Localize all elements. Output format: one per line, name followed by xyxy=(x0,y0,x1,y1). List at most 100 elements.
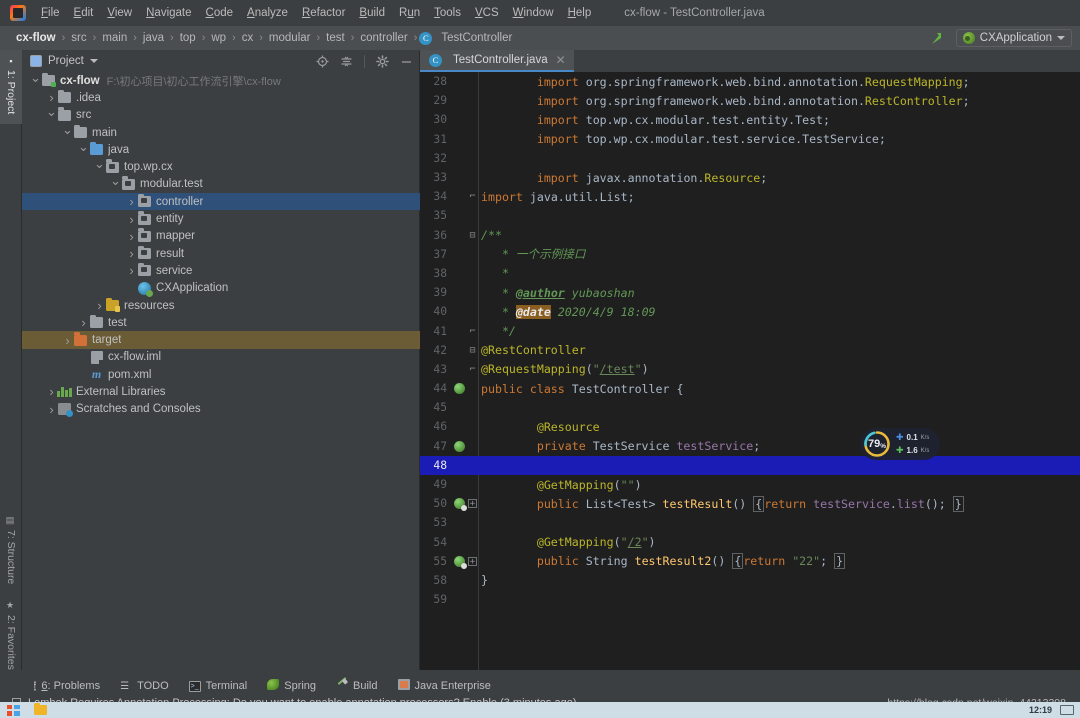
tree-node-result[interactable]: result xyxy=(22,245,420,262)
line-number[interactable]: 29 xyxy=(420,94,452,107)
code-line-34[interactable]: 34⌐import java.util.List; xyxy=(420,187,1080,206)
line-number[interactable]: 33 xyxy=(420,171,452,184)
network-monitor-widget[interactable]: 79% ✚ 0.1 K/s ✚ 1.6 K/s xyxy=(860,428,940,460)
line-number[interactable]: 41 xyxy=(420,325,452,338)
tree-node-cx-flow[interactable]: cx-flowF:\初心项目\初心工作流引擎\cx-flow xyxy=(22,72,420,89)
collapse-all-icon[interactable] xyxy=(340,55,353,68)
code-line-43[interactable]: 43⌐@RequestMapping("/test") xyxy=(420,360,1080,379)
chevron-right-icon[interactable] xyxy=(78,315,89,330)
locate-icon[interactable] xyxy=(316,55,329,68)
line-number[interactable]: 46 xyxy=(420,420,452,433)
code-line-39[interactable]: 39 * @author yubaoshan xyxy=(420,283,1080,302)
menu-item-build[interactable]: Build xyxy=(352,4,392,22)
menu-item-window[interactable]: Window xyxy=(506,4,561,22)
menu-item-tools[interactable]: Tools xyxy=(427,4,468,22)
code-fold-marker[interactable]: ⌐ xyxy=(466,326,479,337)
line-number[interactable]: 38 xyxy=(420,267,452,280)
breadcrumb-item-cx-flow[interactable]: cx-flow› xyxy=(12,30,67,46)
tree-node-mapper[interactable]: mapper xyxy=(22,228,420,245)
tree-node-resources[interactable]: resources xyxy=(22,297,420,314)
chevron-right-icon[interactable] xyxy=(94,298,105,313)
code-line-38[interactable]: 38 * xyxy=(420,264,1080,283)
line-number[interactable]: 35 xyxy=(420,209,452,222)
tree-node-scratches-and-consoles[interactable]: Scratches and Consoles xyxy=(22,401,420,418)
line-number[interactable]: 45 xyxy=(420,401,452,414)
breadcrumb-item-controller[interactable]: controller› xyxy=(356,30,419,46)
sidebar-item-project[interactable]: ▪ 1: Project xyxy=(0,50,22,124)
chevron-right-icon[interactable] xyxy=(126,212,137,227)
line-number[interactable]: 31 xyxy=(420,133,452,146)
code-line-55[interactable]: 55+ public String testResult2() {return … xyxy=(420,552,1080,571)
breadcrumb-item-test[interactable]: test› xyxy=(322,30,356,46)
tree-node-test[interactable]: test xyxy=(22,314,420,331)
tree-node-java[interactable]: java xyxy=(22,141,420,158)
code-line-50[interactable]: 50+ public List<Test> testResult() {retu… xyxy=(420,494,1080,513)
tree-node-controller[interactable]: controller xyxy=(22,193,420,210)
breadcrumb-item-top[interactable]: top› xyxy=(176,30,208,46)
menu-item-edit[interactable]: Edit xyxy=(67,4,101,22)
tree-node-idea[interactable]: .idea xyxy=(22,89,420,106)
menu-item-file[interactable]: File xyxy=(34,4,67,22)
tree-node-service[interactable]: service xyxy=(22,262,420,279)
code-line-59[interactable]: 59 xyxy=(420,590,1080,609)
code-fold-marker[interactable]: + xyxy=(466,556,479,567)
bottom-tab-spring[interactable]: Spring xyxy=(267,679,316,693)
editor-tab-testcontroller[interactable]: C TestController.java ✕ xyxy=(420,50,574,72)
breadcrumb-item-wp[interactable]: wp› xyxy=(207,30,237,46)
line-number[interactable]: 43 xyxy=(420,363,452,376)
tree-node-pom-xml[interactable]: mpom.xml xyxy=(22,366,420,383)
code-line-33[interactable]: 33 import javax.annotation.Resource; xyxy=(420,168,1080,187)
run-configuration-selector[interactable]: CXApplication xyxy=(956,29,1072,47)
chevron-right-icon[interactable] xyxy=(46,402,57,417)
chevron-down-icon[interactable] xyxy=(46,107,57,123)
line-number[interactable]: 44 xyxy=(420,382,452,395)
code-line-42[interactable]: 42⊟@RestController xyxy=(420,341,1080,360)
bottom-tab-terminal[interactable]: >_Terminal xyxy=(189,679,248,692)
tree-node-cxapplication[interactable]: CXApplication xyxy=(22,280,420,297)
tree-node-top-wp-cx[interactable]: top.wp.cx xyxy=(22,158,420,175)
line-number[interactable]: 58 xyxy=(420,574,452,587)
chevron-right-icon[interactable] xyxy=(126,229,137,244)
minimize-icon[interactable] xyxy=(400,55,413,68)
code-viewport[interactable]: 28 import org.springframework.web.bind.a… xyxy=(420,72,1080,670)
windows-start-icon[interactable] xyxy=(0,702,26,718)
line-number[interactable]: 48 xyxy=(420,459,452,472)
code-line-37[interactable]: 37 * 一个示例接口 xyxy=(420,245,1080,264)
spring-gutter-icon[interactable] xyxy=(452,441,466,452)
code-line-28[interactable]: 28 import org.springframework.web.bind.a… xyxy=(420,72,1080,91)
tree-node-target[interactable]: target xyxy=(22,331,420,348)
code-line-46[interactable]: 46 @Resource xyxy=(420,417,1080,436)
tree-node-entity[interactable]: entity xyxy=(22,210,420,227)
menu-item-analyze[interactable]: Analyze xyxy=(240,4,295,22)
code-line-31[interactable]: 31 import top.wp.cx.modular.test.service… xyxy=(420,130,1080,149)
code-line-47[interactable]: 47 private TestService testService; xyxy=(420,437,1080,456)
code-line-29[interactable]: 29 import org.springframework.web.bind.a… xyxy=(420,91,1080,110)
tree-node-modular-test[interactable]: modular.test xyxy=(22,176,420,193)
code-fold-marker[interactable]: ⊟ xyxy=(466,345,479,356)
chevron-down-icon[interactable] xyxy=(30,73,41,89)
run-arrow-icon[interactable] xyxy=(928,29,946,47)
code-line-40[interactable]: 40 * @date 2020/4/9 18:09 xyxy=(420,302,1080,321)
close-icon[interactable]: ✕ xyxy=(556,53,566,67)
chevron-right-icon[interactable] xyxy=(126,246,137,261)
menu-item-vcs[interactable]: VCS xyxy=(468,4,506,22)
line-number[interactable]: 36 xyxy=(420,229,452,242)
code-line-45[interactable]: 45 xyxy=(420,398,1080,417)
line-number[interactable]: 40 xyxy=(420,305,452,318)
code-line-32[interactable]: 32 xyxy=(420,149,1080,168)
chevron-right-icon[interactable] xyxy=(126,194,137,209)
breadcrumb-item-java[interactable]: java› xyxy=(139,30,176,46)
code-fold-marker[interactable]: ⌐ xyxy=(466,191,479,202)
code-line-48[interactable]: 48 xyxy=(420,456,1080,475)
menu-item-run[interactable]: Run xyxy=(392,4,427,22)
line-number[interactable]: 49 xyxy=(420,478,452,491)
code-line-36[interactable]: 36⊟/** xyxy=(420,226,1080,245)
project-panel-title[interactable]: Project xyxy=(30,55,98,67)
menu-item-view[interactable]: View xyxy=(100,4,139,22)
bottom-tab-6-problems[interactable]: i6: Problems xyxy=(34,680,100,692)
tree-node-src[interactable]: src xyxy=(22,107,420,124)
chevron-down-icon[interactable] xyxy=(62,125,73,141)
breadcrumb-leaf[interactable]: C TestController xyxy=(419,30,516,46)
line-number[interactable]: 47 xyxy=(420,440,452,453)
line-number[interactable]: 28 xyxy=(420,75,452,88)
